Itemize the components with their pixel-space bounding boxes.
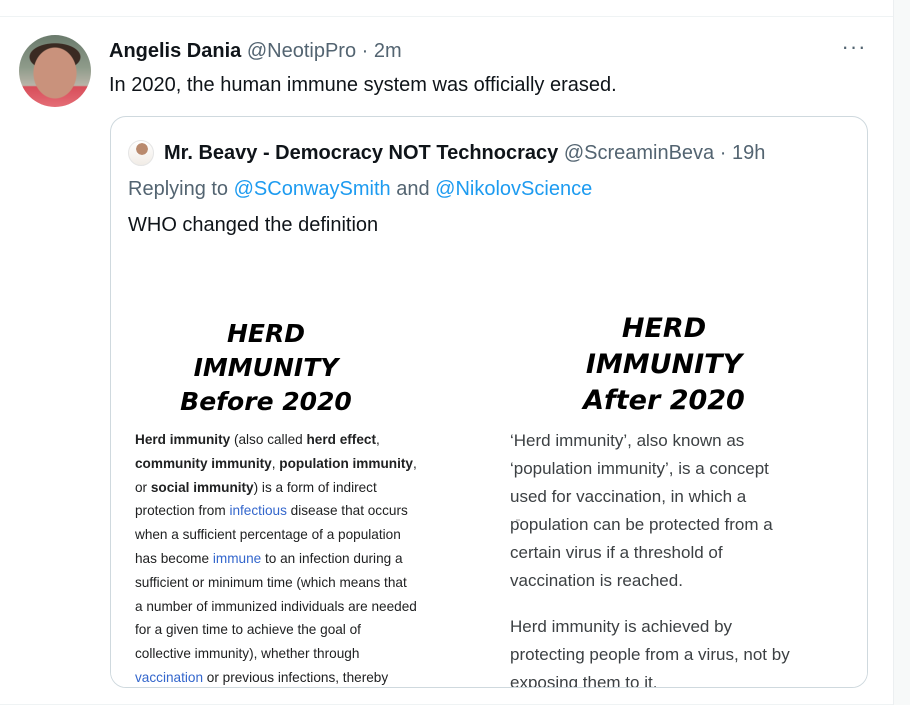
tweet-header: Angelis Dania @NeotipPro · 2m [109, 38, 402, 64]
definition-line: sufficient or minimum time (which means … [135, 574, 407, 590]
definition-line: protecting people from a virus, not by [510, 645, 790, 664]
wiki-link: immune [212, 550, 262, 566]
text: protection from [135, 503, 230, 519]
bold-term: Herd immunity [135, 432, 231, 447]
right-title-line: IMMUNITY [585, 349, 743, 380]
left-title-line: IMMUNITY [193, 353, 339, 382]
quoted-display-name[interactable]: Mr. Beavy - Democracy NOT Technocracy [164, 142, 558, 164]
definition-line: protection from infectious disease that … [135, 499, 455, 523]
separator: · [361, 40, 369, 62]
right-panel-title: HERD IMMUNITY After 2020 [564, 311, 764, 419]
bold-term: population immunity [279, 455, 413, 471]
definition-line: exposing them to it. [510, 673, 658, 687]
timeline-divider-top [0, 16, 893, 17]
quoted-header: Mr. Beavy - Democracy NOT Technocracy @S… [164, 140, 765, 166]
scrollbar-track[interactable] [893, 0, 910, 705]
tweet-text: In 2020, the human immune system was off… [109, 74, 617, 96]
quoted-handle[interactable]: @ScreaminBeva [564, 142, 714, 164]
quoted-separator: · [719, 142, 727, 164]
reply-mention-2[interactable]: @NikolovScience [435, 178, 592, 200]
text: or [135, 479, 151, 495]
definition-line: ‘Herd immunity’, also known as [510, 431, 745, 450]
text: or previous infections, thereby [203, 669, 389, 685]
right-title-line: HERD [621, 313, 707, 344]
definition-line: has become immune to an infection during… [135, 547, 455, 571]
right-title-line: After 2020 [583, 385, 745, 416]
left-panel-definition: Herd immunity (also called herd effect, … [135, 428, 455, 687]
definition-line: Herd immunity is achieved by [510, 617, 733, 636]
text: (also called [230, 432, 307, 447]
quoted-avatar[interactable] [128, 140, 154, 166]
definition-line: ‘population immunity’, is a concept [510, 459, 769, 478]
text: ) is a form of indirect [253, 479, 377, 495]
bold-term: community immunity [135, 455, 272, 471]
definition-line: or social immunity) is a form of indirec… [135, 476, 455, 500]
right-panel-definition: ‘Herd immunity’, also known as ‘populati… [510, 427, 820, 687]
reply-mention-1[interactable]: @SConwaySmith [234, 178, 391, 200]
wiki-link: vaccination [135, 669, 204, 685]
replying-prefix: Replying to [128, 178, 229, 200]
definition-line: vaccination is reached. [510, 571, 683, 590]
left-panel-title: HERD IMMUNITY Before 2020 [176, 317, 356, 419]
definition-paragraph: ‘Herd immunity’, also known as ‘populati… [510, 427, 820, 595]
avatar[interactable] [19, 35, 91, 107]
definition-line: population can be protected from a [510, 515, 773, 534]
definition-line: Herd immunity (also called herd effect, [135, 428, 455, 452]
definition-line: when a sufficient percentage of a popula… [135, 527, 401, 543]
reply-and: and [396, 178, 430, 200]
definition-line: a number of immunized individuals are ne… [135, 598, 417, 614]
wiki-link: infectious [229, 503, 287, 519]
display-name[interactable]: Angelis Dania [109, 40, 241, 62]
timestamp[interactable]: 2m [374, 40, 402, 62]
left-title-line: HERD [226, 319, 305, 348]
quoted-text: WHO changed the definition [128, 214, 379, 236]
definition-line: vaccination or previous infections, ther… [135, 666, 455, 687]
definition-line: for a given time to achieve the goal of [135, 622, 361, 638]
handle[interactable]: @NeotipPro [247, 40, 356, 62]
more-options-icon[interactable]: ··· [840, 35, 868, 63]
definition-line: certain virus if a threshold of [510, 543, 723, 562]
left-title-line: Before 2020 [180, 387, 352, 416]
text: , [412, 455, 417, 471]
text: to an infection during a [261, 550, 403, 566]
quoted-image[interactable]: HERD IMMUNITY Before 2020 HERD IMMUNITY … [111, 257, 867, 687]
definition-line: collective immunity), whether through [135, 646, 360, 662]
bold-term: herd effect [306, 432, 376, 447]
definition-line: community immunity, population immunity, [135, 452, 455, 476]
text: has become [135, 550, 213, 566]
quoted-tweet[interactable]: Mr. Beavy - Democracy NOT Technocracy @S… [110, 116, 868, 688]
text: disease that occurs [286, 503, 408, 519]
text: , [375, 432, 380, 447]
quoted-timestamp[interactable]: 19h [732, 142, 765, 164]
definition-line: used for vaccination, in which a [510, 487, 747, 506]
bold-term: social immunity [150, 479, 254, 495]
replying-to: Replying to @SConwaySmith and @NikolovSc… [128, 176, 592, 202]
definition-paragraph: Herd immunity is achieved by protecting … [510, 613, 820, 687]
